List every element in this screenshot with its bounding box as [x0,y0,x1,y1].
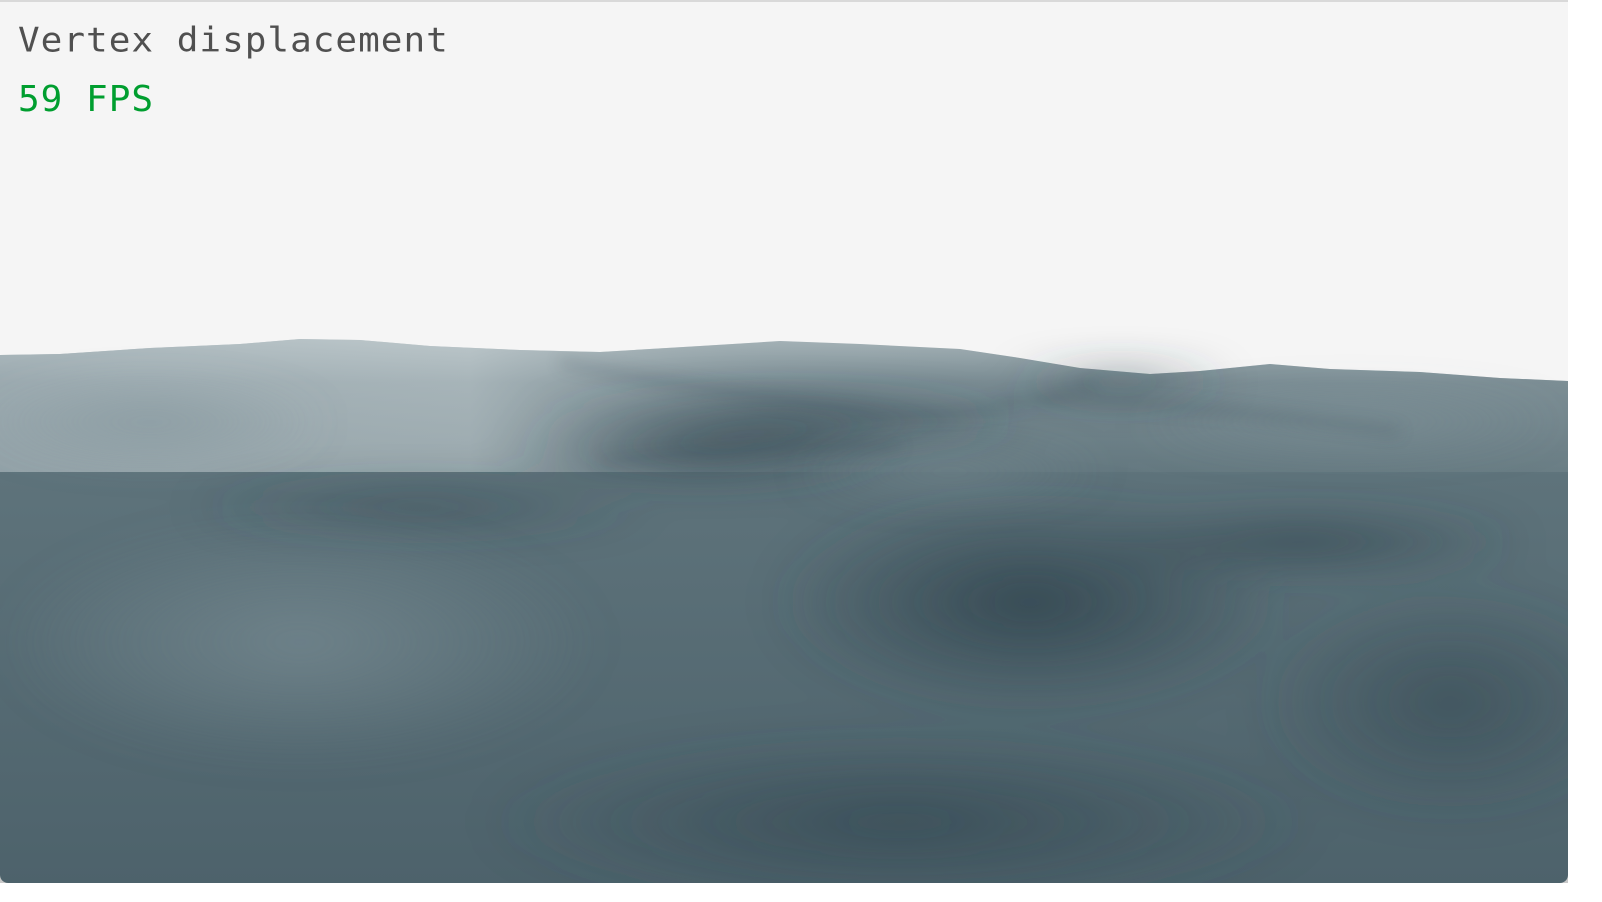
fps-counter: 59 FPS [18,79,155,120]
terrain-canvas[interactable] [0,2,1568,883]
demo-title: Vertex displacement [18,21,449,60]
desktop-edge-bottom [0,883,1602,902]
desktop-edge-right [1568,0,1602,902]
render-window[interactable]: Vertex displacement 59 FPS [0,0,1568,883]
